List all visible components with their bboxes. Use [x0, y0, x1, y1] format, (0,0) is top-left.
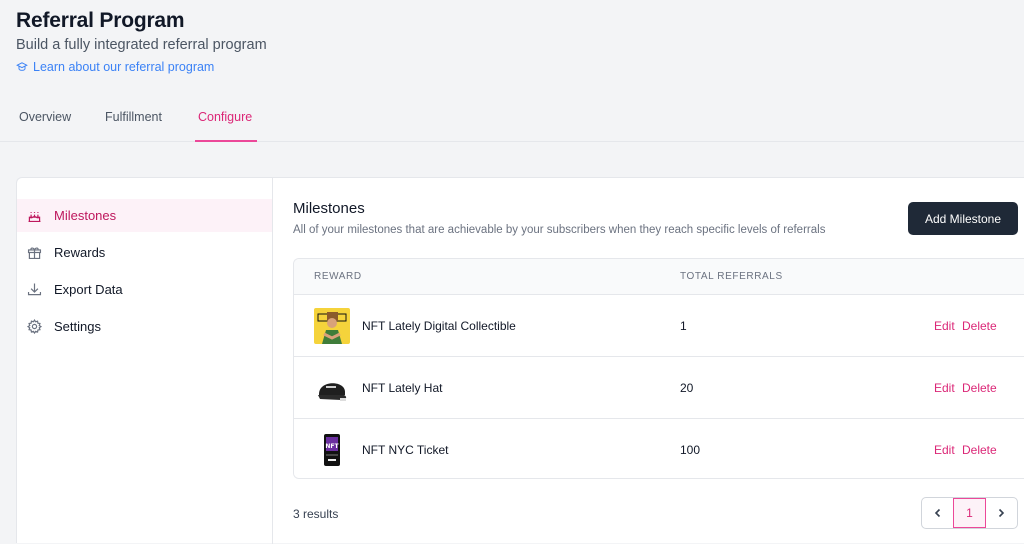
pagination: 1 [921, 497, 1018, 529]
reward-name: NFT Lately Digital Collectible [362, 319, 516, 333]
sidebar-item-label: Settings [54, 319, 101, 334]
page-subtitle: Build a fully integrated referral progra… [16, 37, 267, 53]
edit-link[interactable]: Edit [934, 443, 955, 457]
sidebar-item-label: Export Data [54, 282, 123, 297]
tab-bar: Overview Fulfillment Configure [0, 98, 1024, 142]
delete-link[interactable]: Delete [962, 443, 997, 457]
section-description: All of your milestones that are achievab… [293, 224, 826, 236]
sidebar-item-rewards[interactable]: Rewards [17, 236, 272, 269]
results-count: 3 results [293, 507, 339, 521]
section-title: Milestones [293, 200, 365, 217]
delete-link[interactable]: Delete [962, 319, 997, 333]
reward-image-collectible [314, 308, 350, 344]
learn-link-label: Learn about our referral program [33, 60, 215, 74]
edit-link[interactable]: Edit [934, 381, 955, 395]
column-header-total-referrals: Total Referrals [680, 271, 783, 282]
gear-icon [25, 318, 43, 336]
sidebar: Milestones Rewards Export Data Settings [17, 178, 273, 544]
chevron-right-icon [999, 508, 1005, 518]
reward-image-ticket: NFT [314, 432, 350, 468]
page-header: Referral Program Build a fully integrate… [0, 0, 1024, 142]
cake-icon [25, 207, 43, 225]
milestones-section: Milestones All of your milestones that a… [273, 178, 1024, 544]
sidebar-item-export-data[interactable]: Export Data [17, 273, 272, 306]
table-row: NFT Lately Digital Collectible 1 Edit De… [294, 295, 1024, 357]
sidebar-item-settings[interactable]: Settings [17, 310, 272, 343]
tab-fulfillment[interactable]: Fulfillment [105, 110, 162, 124]
next-page-button[interactable] [986, 498, 1017, 528]
svg-text:NFT: NFT [325, 443, 339, 450]
previous-page-button[interactable] [922, 498, 953, 528]
total-referrals: 100 [680, 443, 701, 457]
tab-configure[interactable]: Configure [198, 110, 252, 124]
gift-icon [25, 244, 43, 262]
download-icon [25, 281, 43, 299]
table-header: Reward Total Referrals [294, 259, 1024, 295]
sidebar-item-milestones[interactable]: Milestones [17, 199, 272, 232]
active-tab-indicator [195, 140, 257, 142]
configure-panel: Milestones Rewards Export Data Settings … [16, 177, 1024, 544]
delete-link[interactable]: Delete [962, 381, 997, 395]
total-referrals: 20 [680, 381, 694, 395]
page-button-current[interactable]: 1 [953, 498, 986, 528]
milestones-table: Reward Total Referrals NFT Lately Digita… [293, 258, 1024, 479]
sidebar-item-label: Milestones [54, 208, 117, 223]
academic-cap-icon [16, 62, 28, 71]
table-row: NFT NFT NYC Ticket 100 Edit Delete [294, 419, 1024, 478]
reward-name: NFT Lately Hat [362, 381, 443, 395]
total-referrals: 1 [680, 319, 687, 333]
learn-link[interactable]: Learn about our referral program [16, 60, 214, 74]
tab-overview[interactable]: Overview [19, 110, 71, 124]
page-title: Referral Program [16, 9, 185, 32]
sidebar-item-label: Rewards [54, 245, 106, 260]
reward-image-hat [314, 370, 350, 406]
column-header-reward: Reward [314, 271, 362, 282]
add-milestone-button[interactable]: Add Milestone [908, 202, 1018, 235]
reward-name: NFT NYC Ticket [362, 443, 449, 457]
table-row: NFT Lately Hat 20 Edit Delete [294, 357, 1024, 419]
edit-link[interactable]: Edit [934, 319, 955, 333]
chevron-left-icon [934, 508, 940, 518]
